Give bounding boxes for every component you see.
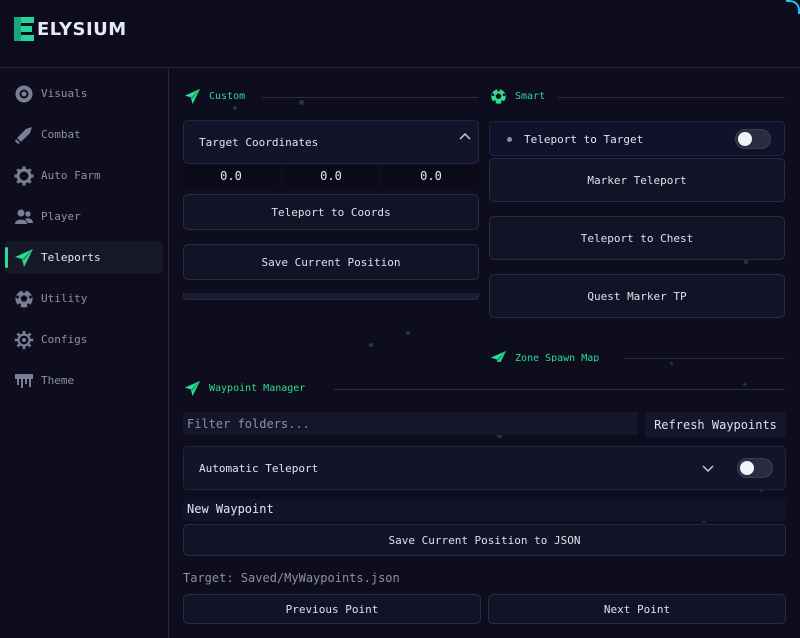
sidebar-item-teleports[interactable]: Teleports <box>5 241 163 274</box>
sidebar-item-label: Theme <box>41 374 75 387</box>
sidebar-item-combat[interactable]: Combat <box>5 118 163 151</box>
gear-icon <box>13 165 35 187</box>
automatic-teleport-toggle[interactable] <box>737 458 773 478</box>
target-file-path-text: Target: Saved/MyWaypoints.json <box>183 571 400 585</box>
eye-icon <box>13 83 35 105</box>
cog-icon <box>13 329 35 351</box>
custom-section-title: Custom <box>184 88 245 105</box>
background-particle <box>406 331 410 335</box>
soccer-ball-icon <box>491 88 506 104</box>
marker-teleport-button[interactable]: Marker Teleport <box>489 158 785 202</box>
sidebar-item-utility[interactable]: Utility <box>5 282 163 315</box>
background-particle <box>743 383 746 386</box>
teleport-to-target-toggle[interactable] <box>735 129 771 149</box>
section-divider <box>334 389 785 390</box>
sidebar: Visuals Combat Auto Farm Player Teleport… <box>0 69 169 638</box>
paper-plane-icon <box>13 247 35 269</box>
bullet-dot-icon <box>507 137 512 142</box>
paper-plane-icon <box>184 380 201 397</box>
sidebar-item-label: Visuals <box>41 87 88 100</box>
teleport-to-chest-button[interactable]: Teleport to Chest <box>489 216 785 260</box>
background-particle <box>299 100 304 105</box>
section-divider <box>262 97 478 98</box>
top-bar: ELYSIUM <box>0 0 800 68</box>
toggle-knob <box>740 461 754 475</box>
sidebar-item-visuals[interactable]: Visuals <box>5 77 163 110</box>
toggle-knob <box>738 132 752 146</box>
zone-spawn-map-section: Zone Spawn Map <box>490 348 790 362</box>
save-position-json-button[interactable]: Save Current Position to JSON <box>183 524 786 556</box>
users-icon <box>13 206 35 228</box>
smart-section-title: Smart <box>490 88 545 105</box>
sidebar-item-label: Utility <box>41 292 88 305</box>
paint-drip-icon <box>13 370 35 392</box>
sidebar-item-player[interactable]: Player <box>5 200 163 233</box>
filter-folders-input[interactable] <box>183 412 638 435</box>
coord-x-input[interactable]: 0.0 <box>183 165 279 186</box>
save-current-position-button[interactable]: Save Current Position <box>183 244 479 280</box>
sidebar-item-label: Player <box>41 210 81 223</box>
window-corner-accent <box>786 0 800 14</box>
elysium-logo-icon <box>14 17 34 41</box>
sidebar-item-configs[interactable]: Configs <box>5 323 163 356</box>
sidebar-item-theme[interactable]: Theme <box>5 364 163 397</box>
zone-spawn-map-title: Zone Spawn Map <box>490 350 599 362</box>
waypoint-manager-title: Waypoint Manager <box>184 380 305 397</box>
target-coordinates-panel[interactable]: Target Coordinates <box>183 120 479 164</box>
teleport-to-target-label: Teleport to Target <box>524 133 644 146</box>
sidebar-item-label: Configs <box>41 333 88 346</box>
sidebar-item-label: Teleports <box>41 251 101 264</box>
background-particle <box>369 343 373 347</box>
section-divider <box>624 358 785 359</box>
section-divider <box>558 97 785 98</box>
teleport-to-coords-button[interactable]: Teleport to Coords <box>183 194 479 230</box>
previous-point-button[interactable]: Previous Point <box>183 594 481 624</box>
chevron-up-icon[interactable] <box>458 131 472 141</box>
quest-marker-tp-button[interactable]: Quest Marker TP <box>489 274 785 318</box>
background-particle <box>670 362 673 365</box>
target-coordinates-label: Target Coordinates <box>199 136 319 149</box>
teleport-to-target-row[interactable]: Teleport to Target <box>489 121 785 156</box>
coord-z-input[interactable]: 0.0 <box>383 165 479 186</box>
refresh-waypoints-button[interactable]: Refresh Waypoints <box>645 412 786 438</box>
next-point-button[interactable]: Next Point <box>488 594 786 624</box>
app-logo: ELYSIUM <box>13 16 127 42</box>
background-particle <box>233 106 237 110</box>
app-title: ELYSIUM <box>37 18 127 40</box>
chevron-down-icon[interactable] <box>701 464 715 474</box>
background-particle <box>744 260 748 264</box>
new-waypoint-input[interactable]: New Waypoint <box>183 499 786 521</box>
sidebar-item-auto-farm[interactable]: Auto Farm <box>5 159 163 192</box>
automatic-teleport-row[interactable]: Automatic Teleport <box>183 446 786 490</box>
new-waypoint-value: New Waypoint <box>187 502 274 516</box>
sword-icon <box>13 124 35 146</box>
paper-plane-icon <box>184 88 201 105</box>
automatic-teleport-label: Automatic Teleport <box>199 462 319 475</box>
coord-y-input[interactable]: 0.0 <box>283 165 379 186</box>
paper-plane-icon <box>490 350 507 362</box>
custom-panel-bottom-edge <box>183 293 479 300</box>
sidebar-item-label: Auto Farm <box>41 169 101 182</box>
soccer-ball-icon <box>13 288 35 310</box>
sidebar-item-label: Combat <box>41 128 81 141</box>
app-window: ELYSIUM Visuals Combat Auto Farm Player … <box>0 0 800 638</box>
